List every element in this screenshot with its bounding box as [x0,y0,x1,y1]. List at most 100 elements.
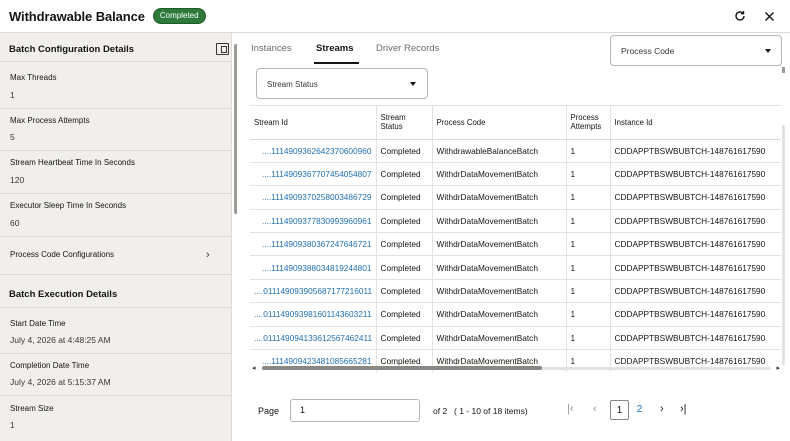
divider [0,307,231,308]
tab-driver-records[interactable]: Driver Records [376,43,439,54]
stream-status-cell: Completed [376,302,433,327]
field-value: 120 [10,175,25,185]
process-attempts-cell: 1 [566,279,611,304]
field-label: Stream Size [10,404,54,413]
stream-status-cell: Completed [376,279,433,304]
stream-status-cell: Completed [376,139,433,163]
process-code-cell: WithdrDataMovementBatch [432,209,567,234]
panel-toggle-icon[interactable] [216,43,229,55]
field-label: Stream Heartbeat Time In Seconds [10,158,135,167]
stream-id-link[interactable]: ....011149094133612567462411 [250,326,377,351]
field-value: 5 [10,132,15,142]
process-code-cell: WithdrDataMovementBatch [432,302,567,327]
tab-instances[interactable]: Instances [251,43,292,54]
table-row[interactable]: ....1114909377830993960961 Completed Withd… [250,209,781,234]
scrollbar-thumb[interactable] [782,67,785,73]
process-code-configurations-link[interactable]: Process Code Configurations [10,250,114,259]
scroll-right-icon[interactable]: ▸ [776,364,780,372]
table-row[interactable]: ....1114909370258003486729 Completed Withd… [250,185,781,210]
process-attempts-cell: 1 [566,326,611,351]
pagination: Page 1 of 2 ( 1 - 10 of 18 items) |‹ ‹ 1… [237,383,790,441]
last-page-icon[interactable]: ›| [680,403,687,415]
stream-id-link[interactable]: ....1114909362642370600960 [250,139,377,163]
stream-status-placeholder: Stream Status [267,80,318,89]
process-attempts-cell: 1 [566,139,611,163]
table-row[interactable]: ....1114909362642370600960 Completed Withd… [250,139,781,163]
stream-status-cell: Completed [376,162,433,187]
column-header-stream-id[interactable]: Stream Id [250,106,377,140]
refresh-icon[interactable] [732,8,748,24]
process-code-cell: WithdrDataMovementBatch [432,185,567,210]
page-header: Withdrawable Balance Completed [0,0,790,33]
column-header-instance-id[interactable]: Instance Id [610,106,781,140]
chevron-right-icon[interactable]: › [206,249,210,261]
next-page-icon[interactable]: › [660,403,664,415]
page-label: Page [258,406,280,416]
page-input[interactable]: 1 [290,399,420,422]
stream-id-link[interactable]: ....011149093905687177216011 [250,279,377,304]
table-row[interactable]: ....011149094133612567462411 Completed Wit… [250,326,781,351]
table-row[interactable]: ....1114909367707454054807 Completed Withd… [250,162,781,187]
process-attempts-cell: 1 [566,255,611,280]
instance-id-cell: CDDAPPTBSWBUBTCH-148761617590 [610,326,781,351]
page-1-button[interactable]: 1 [610,400,629,420]
tab-streams[interactable]: Streams [316,43,354,54]
column-header-process-attempts[interactable]: Process Attempts [566,106,611,140]
instance-id-cell: CDDAPPTBSWBUBTCH-148761617590 [610,279,781,304]
stream-status-select[interactable]: Stream Status [256,68,428,99]
process-code-select[interactable]: Process Code [610,35,782,66]
stream-id-link[interactable]: ....1114909380367247646721 [250,232,377,257]
main-content: Instances Streams Driver Records Process… [237,33,790,441]
previous-page-icon[interactable]: ‹ [593,403,597,415]
instance-id-cell: CDDAPPTBSWBUBTCH-148761617590 [610,209,781,234]
column-header-process-code[interactable]: Process Code [432,106,567,140]
column-header-stream-status[interactable]: Stream Status [376,106,433,140]
field-value: 60 [10,218,20,228]
divider [0,353,231,354]
table-vertical-scrollbar[interactable] [782,125,785,365]
divider [0,274,231,275]
table-row[interactable]: ....1114909388034819244801 Completed Withd… [250,255,781,280]
table-horizontal-scrollbar[interactable]: ◂ ▸ [252,364,780,372]
page-2-button[interactable]: 2 [630,400,649,420]
details-panel: Batch Configuration Details Max Threads … [0,33,232,441]
chevron-down-icon [765,49,771,53]
stream-id-link[interactable]: ....1114909367707454054807 [250,162,377,187]
close-icon[interactable] [761,8,777,24]
process-code-placeholder: Process Code [621,46,675,56]
divider [0,108,231,109]
field-label: Start Date Time [10,319,66,328]
batch-execution-title: Batch Execution Details [9,289,118,300]
instance-id-cell: CDDAPPTBSWBUBTCH-148761617590 [610,185,781,210]
stream-id-link[interactable]: ....011149093981601143603211 [250,302,377,327]
streams-table: Stream Id Stream Status Process Code Pro… [250,105,781,372]
stream-id-link[interactable]: ....1114909370258003486729 [250,185,377,210]
field-value: July 4, 2026 at 5:15:37 AM [10,377,111,387]
process-code-cell: WithdrDataMovementBatch [432,279,567,304]
page-count: of 2 [433,406,448,416]
process-code-cell: WithdrDataMovementBatch [432,162,567,187]
items-range: ( 1 - 10 of 18 items) [454,406,528,416]
instance-id-cell: CDDAPPTBSWBUBTCH-148761617590 [610,162,781,187]
first-page-icon[interactable]: |‹ [567,403,574,415]
scroll-left-icon[interactable]: ◂ [252,364,256,372]
stream-id-link[interactable]: ....1114909377830993960961 [250,209,377,234]
divider [0,61,231,62]
instance-id-cell: CDDAPPTBSWBUBTCH-148761617590 [610,255,781,280]
scrollbar-thumb[interactable] [262,366,542,370]
table-row[interactable]: ....1114909380367247646721 Completed Withd… [250,232,781,257]
process-attempts-cell: 1 [566,209,611,234]
stream-id-link[interactable]: ....1114909388034819244801 [250,255,377,280]
page-title: Withdrawable Balance [9,8,145,24]
table-row[interactable]: ....011149093905687177216011 Completed Wit… [250,279,781,304]
instance-id-cell: CDDAPPTBSWBUBTCH-148761617590 [610,139,781,163]
instance-id-cell: CDDAPPTBSWBUBTCH-148761617590 [610,302,781,327]
process-code-cell: WithdrawableBalanceBatch [432,139,567,163]
field-value: 1 [10,90,15,100]
field-label: Max Process Attempts [10,116,90,125]
table-row[interactable]: ....011149093981601143603211 Completed Wit… [250,302,781,327]
process-attempts-cell: 1 [566,185,611,210]
instance-id-cell: CDDAPPTBSWBUBTCH-148761617590 [610,232,781,257]
active-tab-indicator [314,62,359,64]
divider [0,395,231,396]
